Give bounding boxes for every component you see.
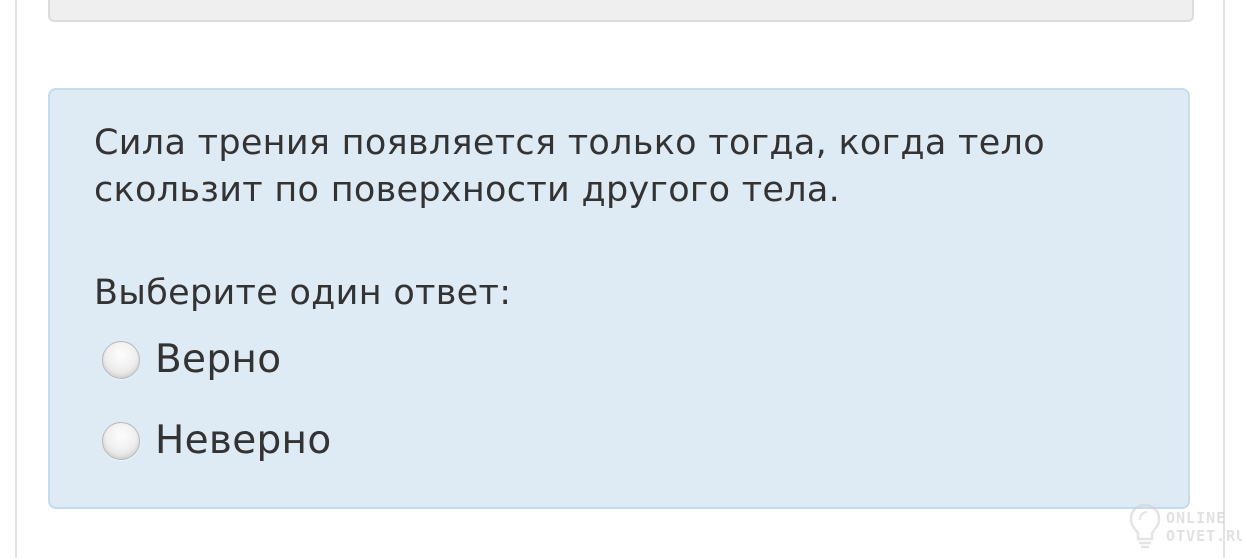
watermark-line-1: ONLINE [1166,509,1227,527]
watermark-line-2: OTVET.RU [1166,527,1242,545]
option-label-false[interactable]: Неверно [155,415,332,467]
answer-prompt: Выберите один ответ: [94,273,512,313]
question-text: Сила трения появляется только тогда, ког… [94,123,1045,210]
site-watermark: ONLINE OTVET.RU [1128,500,1242,552]
answer-option-true[interactable]: Верно [102,334,281,386]
radio-button-true[interactable] [102,341,140,379]
content-border-right [1223,0,1225,558]
radio-button-false[interactable] [102,422,140,460]
quiz-page: Сила трения появляется только тогда, ког… [0,0,1242,558]
option-label-true[interactable]: Верно [155,334,281,386]
answer-option-false[interactable]: Неверно [102,415,332,467]
previous-block [48,0,1194,22]
question-card: Сила трения появляется только тогда, ког… [48,88,1190,509]
lightbulb-icon [1129,503,1161,549]
content-border-left [15,0,17,558]
